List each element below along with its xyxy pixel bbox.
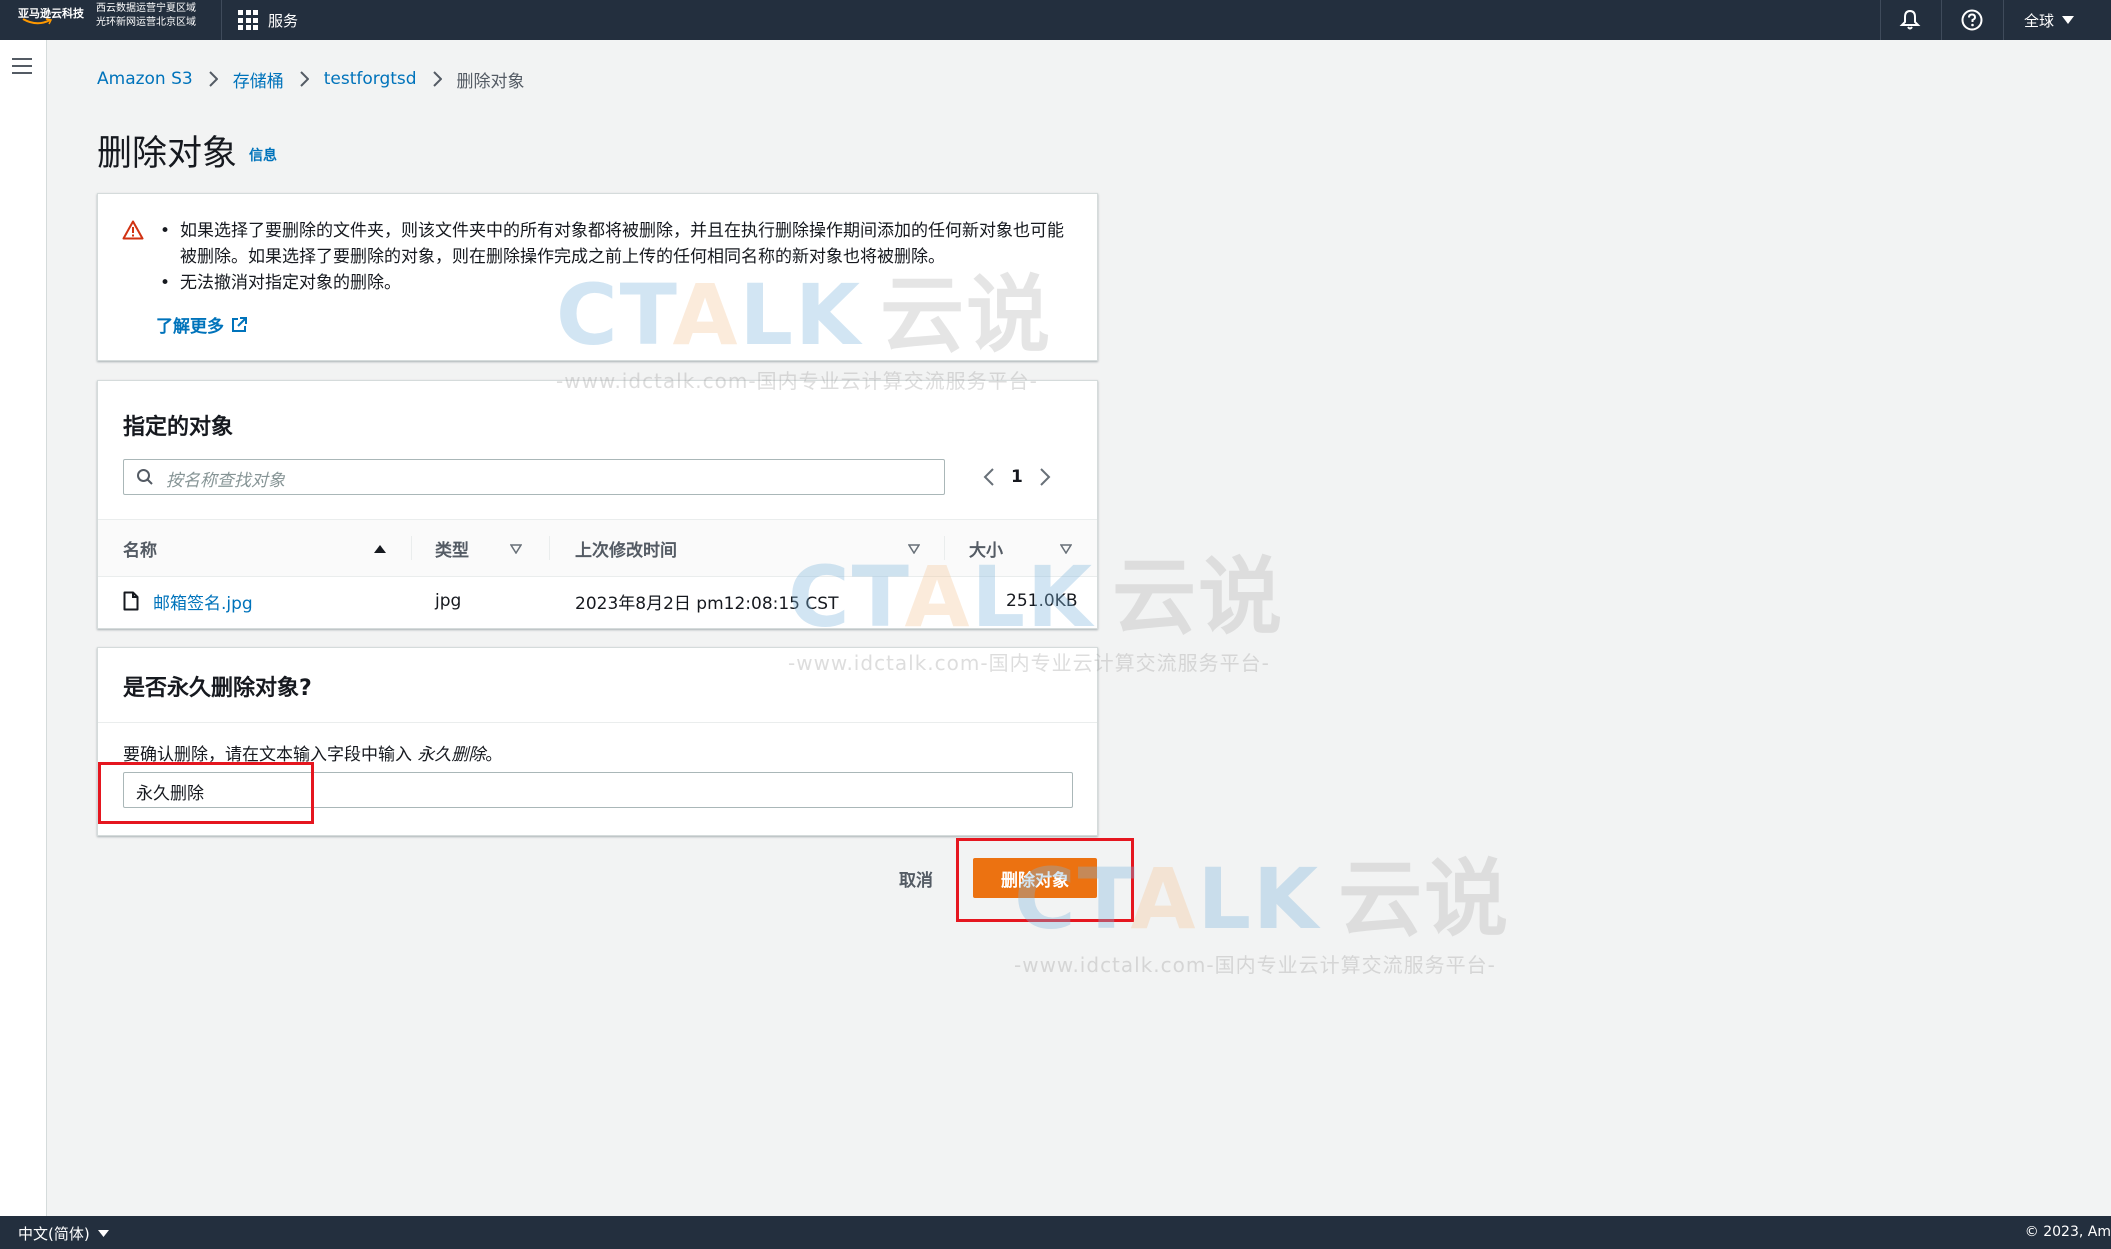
external-link-icon <box>232 316 247 332</box>
instruction-keyword: 永久删除 <box>417 745 486 765</box>
caret-down-icon <box>97 1230 109 1237</box>
topbar-divider <box>2003 0 2004 40</box>
search-icon <box>137 469 153 485</box>
sort-ascending-icon[interactable] <box>373 544 387 554</box>
breadcrumb-link-bucket[interactable]: testforgtsd <box>324 69 417 89</box>
learn-more-link[interactable]: 了解更多 <box>156 312 248 337</box>
instruction-suffix: 。 <box>485 745 503 765</box>
side-navigation <box>0 40 47 1216</box>
column-divider <box>549 536 550 560</box>
warning-alert: 如果选择了要删除的文件夹，则该文件夹中的所有对象都将被删除，并且在执行删除操作期… <box>97 193 1098 361</box>
column-header-size[interactable]: 大小 <box>969 520 1003 576</box>
services-menu[interactable]: 服务 <box>238 0 298 40</box>
column-divider <box>944 536 945 560</box>
warning-list: 如果选择了要删除的文件夹，则该文件夹中的所有对象都将被删除，并且在执行删除操作期… <box>158 218 1078 296</box>
breadcrumb-current: 删除对象 <box>456 71 525 92</box>
chevron-right-icon <box>209 71 218 87</box>
table-row: 邮箱签名.jpg jpg 2023年8月2日 pm12:08:15 CST 25… <box>98 576 1097 626</box>
object-search-input[interactable]: 按名称查找对象 <box>123 459 945 495</box>
specified-objects-panel: 指定的对象 按名称查找对象 1 名称 类型 上次修改时间 大小 邮箱签名.jpg… <box>97 380 1098 629</box>
table-header: 名称 类型 上次修改时间 大小 <box>98 519 1097 577</box>
column-divider <box>411 536 412 560</box>
watermark-subtitle: -www.idctalk.com-国内专业云计算交流服务平台- <box>1014 953 1496 977</box>
region-line-2: 光环新网运营北京区域 <box>96 17 196 28</box>
sort-icon[interactable] <box>510 544 522 554</box>
topbar-divider <box>1941 0 1942 40</box>
learn-more-label: 了解更多 <box>156 317 224 337</box>
topbar-divider <box>221 0 222 40</box>
chevron-right-icon[interactable] <box>1039 468 1051 486</box>
info-link[interactable]: 信息 <box>249 145 277 165</box>
file-icon <box>123 591 139 611</box>
file-type: jpg <box>435 591 462 611</box>
column-header-modified[interactable]: 上次修改时间 <box>575 520 677 576</box>
grid-icon <box>238 10 258 30</box>
highlight-box <box>98 762 314 824</box>
file-modified: 2023年8月2日 pm12:08:15 CST <box>575 593 839 614</box>
hamburger-menu-icon[interactable] <box>12 58 32 74</box>
top-navigation-bar: 亚马逊云科技 西云数据运营宁夏区域 光环新网运营北京区域 服务 全球 <box>0 0 2111 40</box>
chevron-right-icon <box>432 71 442 87</box>
copyright-text: © 2023, Am <box>2024 1224 2111 1240</box>
bell-icon[interactable] <box>1898 8 1922 32</box>
page-number[interactable]: 1 <box>1011 467 1023 487</box>
topbar-divider <box>1880 0 1881 40</box>
sort-icon[interactable] <box>908 544 920 554</box>
objects-panel-title: 指定的对象 <box>123 415 234 440</box>
panel-divider <box>98 722 1097 723</box>
search-placeholder: 按名称查找对象 <box>166 471 285 491</box>
services-label: 服务 <box>268 11 299 30</box>
confirm-panel-title: 是否永久删除对象? <box>123 676 312 701</box>
caret-down-icon <box>2062 16 2075 24</box>
language-label: 中文(简体) <box>18 1225 90 1243</box>
footer: 中文(简体) © 2023, Am <box>0 1216 2111 1249</box>
highlight-box <box>956 838 1134 922</box>
column-header-name[interactable]: 名称 <box>123 520 157 576</box>
sort-icon[interactable] <box>1060 544 1072 554</box>
breadcrumb-link-buckets[interactable]: 存储桶 <box>233 67 284 92</box>
file-size: 251.0KB <box>1006 591 1078 611</box>
warning-icon <box>122 220 144 240</box>
region-info: 西云数据运营宁夏区域 光环新网运营北京区域 <box>96 2 196 30</box>
breadcrumb-link-s3[interactable]: Amazon S3 <box>97 69 193 89</box>
language-selector[interactable]: 中文(简体) <box>18 1223 109 1244</box>
chevron-left-icon[interactable] <box>983 468 995 486</box>
page-title: 删除对象 <box>97 134 238 174</box>
chevron-right-icon <box>300 71 309 87</box>
region-selector-label: 全球 <box>2024 11 2055 30</box>
cancel-button[interactable]: 取消 <box>899 866 933 891</box>
breadcrumb: Amazon S3 存储桶 testforgtsd 删除对象 <box>97 66 525 92</box>
aws-logo[interactable]: 亚马逊云科技 <box>14 3 84 33</box>
help-icon[interactable] <box>1960 8 1984 32</box>
smile-icon <box>22 18 52 25</box>
pagination: 1 <box>983 467 1051 487</box>
file-name-link[interactable]: 邮箱签名.jpg <box>153 576 253 626</box>
column-header-type[interactable]: 类型 <box>435 520 469 576</box>
region-selector[interactable]: 全球 <box>2024 0 2075 40</box>
warning-bullet-2: 无法撤消对指定对象的删除。 <box>158 270 1078 296</box>
region-line-1: 西云数据运营宁夏区域 <box>96 3 196 14</box>
warning-bullet-1: 如果选择了要删除的文件夹，则该文件夹中的所有对象都将被删除，并且在执行删除操作期… <box>158 218 1078 270</box>
